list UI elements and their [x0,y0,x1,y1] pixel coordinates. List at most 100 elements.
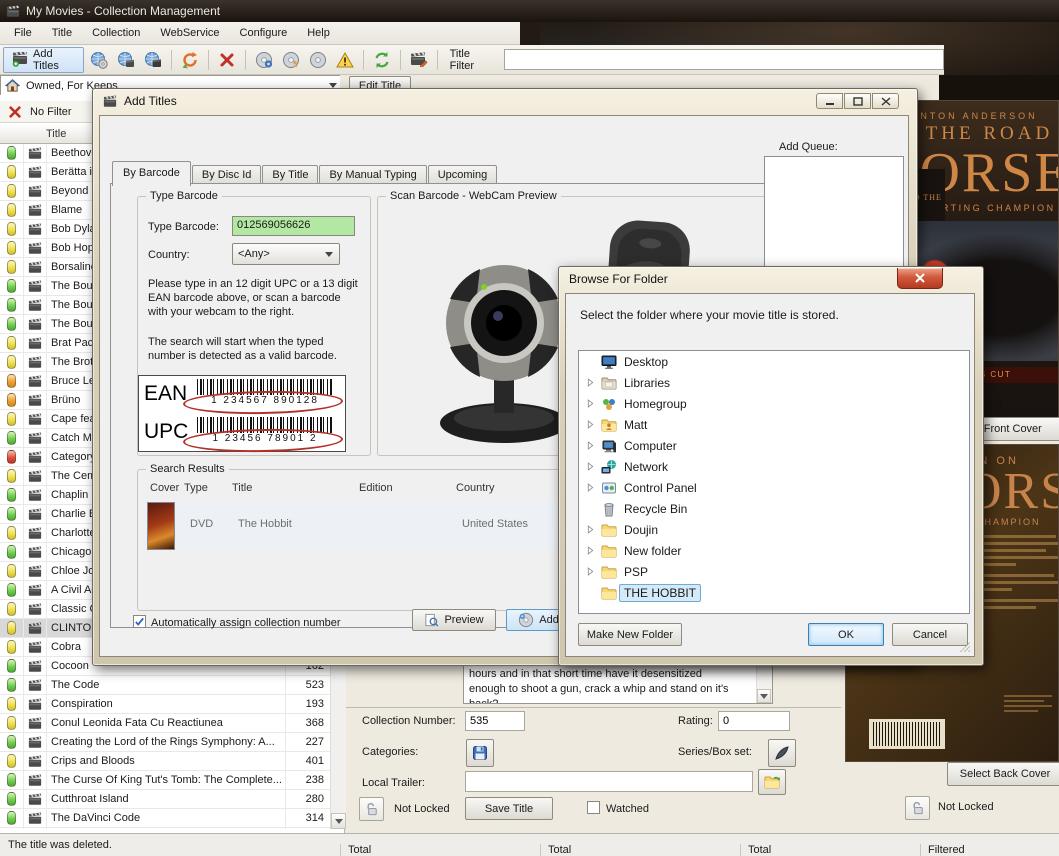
add-queue-label: Add Queue: [779,141,838,153]
tree-item-network[interactable]: Network [579,456,969,477]
expand-arrow-icon[interactable] [587,483,601,492]
country-combo[interactable]: <Any> [232,243,340,265]
warning-icon[interactable] [333,48,357,72]
title-list-row[interactable]: The Code523 [0,676,330,695]
tree-item-label: Doujin [619,521,663,539]
add-titles-button[interactable]: Add Titles [3,47,84,73]
collection-number-cell: 227 [285,733,330,751]
title-list-row[interactable] [0,828,330,829]
tree-item-psp[interactable]: PSP [579,561,969,582]
expand-arrow-icon[interactable] [587,546,601,555]
tree-item-matt[interactable]: Matt [579,414,969,435]
resize-grip[interactable] [960,642,970,652]
column-header-country[interactable]: Country [456,482,495,494]
back-lock-button[interactable] [905,796,930,820]
status-badge [0,163,24,181]
expand-arrow-icon[interactable] [587,525,601,534]
auto-assign-checkbox[interactable] [133,615,146,628]
clapper-edit-icon[interactable] [407,48,431,72]
clapper-icon [24,372,47,390]
title-cell: The DaVinci Code [47,812,285,824]
folder-icon [601,544,619,558]
preview-button[interactable]: Preview [412,609,496,631]
column-header-cover[interactable]: Cover [150,482,179,494]
expand-arrow-icon[interactable] [587,441,601,450]
barcode-input[interactable]: 012569056626 [232,216,355,236]
tree-item-label: THE HOBBIT [619,584,701,602]
tab-by-barcode[interactable]: By Barcode [112,161,191,186]
title-list-row[interactable]: Conspiration193 [0,695,330,714]
menu-configure[interactable]: Configure [232,24,296,42]
expand-arrow-icon[interactable] [587,462,601,471]
title-list-row[interactable]: Cutthroat Island280 [0,790,330,809]
sync-orange-icon[interactable] [178,48,202,72]
status-badge [0,714,24,732]
local-trailer-browse-button[interactable] [758,769,786,795]
disc-camera-icon[interactable] [252,48,276,72]
watched-label: Watched [606,803,649,815]
screen: My Movies - Collection Management FileTi… [0,0,1059,856]
title-list-row[interactable]: Creating the Lord of the Rings Symphony:… [0,733,330,752]
watched-checkbox[interactable] [587,801,600,814]
auto-assign-label: Automatically assign collection number [151,617,341,629]
menu-title[interactable]: Title [44,24,80,42]
column-header-type[interactable]: Type [184,482,208,494]
tree-item-libraries[interactable]: Libraries [579,372,969,393]
expand-arrow-icon[interactable] [587,378,601,387]
rating-input[interactable] [718,711,790,731]
menu-webservice[interactable]: WebService [152,24,227,42]
minimize-button[interactable] [816,93,843,109]
title-list-row[interactable]: The Curse Of King Tut's Tomb: The Comple… [0,771,330,790]
tree-item-doujin[interactable]: Doujin [579,519,969,540]
globe-clapper-icon[interactable] [114,48,138,72]
expand-arrow-icon[interactable] [587,399,601,408]
column-header-edition[interactable]: Edition [359,482,393,494]
tree-item-homegroup[interactable]: Homegroup [579,393,969,414]
expand-arrow-icon[interactable] [587,567,601,576]
tree-item-desktop[interactable]: Desktop [579,351,969,372]
status-badge [0,771,24,789]
globe-disc-icon[interactable] [87,48,111,72]
scroll-down-arrow[interactable] [331,813,346,829]
expand-arrow-icon[interactable] [587,420,601,429]
delete-x-icon[interactable] [215,48,239,72]
menu-collection[interactable]: Collection [84,24,148,42]
tree-item-computer[interactable]: Computer [579,435,969,456]
make-new-folder-button[interactable]: Make New Folder [578,623,682,646]
lock-button[interactable] [359,797,384,821]
control-panel-icon [601,480,619,496]
ok-button[interactable]: OK [808,623,884,646]
collection-number-input[interactable] [465,711,525,731]
refresh-green-icon[interactable] [370,48,394,72]
clapper-icon [24,638,47,656]
close-button[interactable] [872,93,899,109]
series-box-button[interactable] [768,739,796,767]
title-list-row[interactable]: Conul Leonida Fata Cu Reactiunea368 [0,714,330,733]
add-titles-dialog-titlebar[interactable]: Add Titles [103,94,177,108]
column-header-title[interactable]: Title [232,482,252,494]
categories-button[interactable] [466,739,494,767]
title-list-row[interactable]: The DaVinci Code314 [0,809,330,828]
title-filter-input[interactable] [504,49,944,70]
tree-item-new-folder[interactable]: New folder [579,540,969,561]
disc-plain-icon[interactable] [306,48,330,72]
browse-dialog-titlebar[interactable]: Browse For Folder [569,272,668,286]
maximize-button[interactable] [844,93,871,109]
close-button[interactable] [897,268,943,289]
select-back-cover-button[interactable]: Select Back Cover [947,762,1059,786]
tree-item-control-panel[interactable]: Control Panel [579,477,969,498]
title-list-row[interactable]: Crips and Bloods401 [0,752,330,771]
menu-file[interactable]: File [6,24,40,42]
disc-person-icon[interactable] [279,48,303,72]
globe-clapper2-icon[interactable] [141,48,165,72]
tree-item-recycle-bin[interactable]: Recycle Bin [579,498,969,519]
save-title-button[interactable]: Save Title [465,797,553,820]
cancel-button[interactable]: Cancel [892,623,968,646]
local-trailer-input[interactable] [465,771,753,792]
tree-item-label: Recycle Bin [619,500,692,518]
no-filter-x-icon [8,105,22,119]
menu-help[interactable]: Help [299,24,338,42]
clapper-icon [24,182,47,200]
tree-item-the-hobbit[interactable]: THE HOBBIT [579,582,969,603]
clapper-icon [24,771,47,789]
